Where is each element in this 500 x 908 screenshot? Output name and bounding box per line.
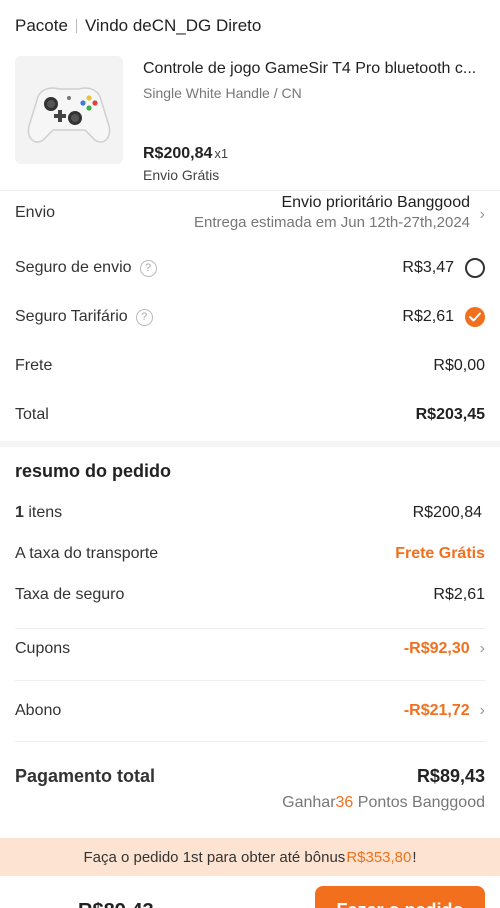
check-icon [469, 312, 481, 322]
gamepad-image [27, 87, 111, 143]
bottom-bar: R$89,43 Fazer o pedido [0, 876, 500, 908]
summary-insurance-row: Taxa de seguro R$2,61 [15, 586, 485, 604]
package-label: Pacote [15, 16, 68, 35]
total-value: R$203,45 [415, 406, 485, 423]
shipping-method-selector[interactable]: Envio prioritário Banggood Entrega estim… [194, 194, 485, 231]
items-label: itens [28, 504, 63, 521]
banner-prefix: Faça o pedido 1st para obter até bônus [83, 848, 346, 866]
earn-points-value: 36 [335, 794, 354, 811]
tariff-insurance-value: R$2,61 [402, 308, 454, 325]
section-divider [0, 441, 500, 447]
tariff-insurance-label: Seguro Tarifário [15, 308, 128, 325]
summary-transport-row: A taxa do transporte Frete Grátis [15, 545, 485, 563]
product-price: R$200,84 x1 [143, 145, 228, 163]
shipping-insurance-radio[interactable] [465, 258, 485, 278]
tariff-insurance-row[interactable]: Seguro Tarifário ? R$2,61 [15, 307, 485, 327]
product-card[interactable]: Controle de jogo GameSir T4 Pro bluetoot… [15, 56, 485, 186]
product-quantity: x1 [214, 146, 229, 161]
transport-value: Frete Grátis [395, 545, 485, 562]
payment-total-label: Pagamento total [15, 766, 156, 786]
divider [0, 190, 500, 191]
freight-value: R$0,00 [433, 357, 485, 374]
items-count: 1 [15, 504, 24, 521]
insurance-fee-value: R$2,61 [433, 586, 485, 603]
help-icon[interactable]: ? [135, 308, 153, 326]
coupons-row[interactable]: Cupons -R$92,30 › [15, 640, 485, 658]
shipping-insurance-value: R$3,47 [402, 259, 454, 276]
place-order-button[interactable]: Fazer o pedido [315, 886, 485, 908]
earn-prefix: Ganhar [282, 794, 336, 811]
shipping-label: Envio [15, 204, 56, 221]
earn-suffix: Pontos Banggood [353, 794, 485, 811]
allowance-row[interactable]: Abono -R$21,72 › [15, 702, 485, 720]
freight-label: Frete [15, 357, 53, 374]
items-value: R$200,84 [412, 504, 482, 521]
divider [15, 680, 485, 681]
coupons-label: Cupons [15, 640, 71, 657]
product-shipping-note: Envio Grátis [143, 167, 220, 183]
shipping-method: Envio prioritário Banggood [281, 194, 470, 211]
allowance-value: -R$21,72 [403, 702, 470, 719]
package-source: Vindo deCN_DG Direto [84, 16, 262, 35]
product-image[interactable] [15, 56, 123, 164]
freight-row: Frete R$0,00 [15, 357, 485, 375]
payment-total-value: R$89,43 [416, 766, 485, 786]
earn-points: Ganhar36 Pontos Banggood [282, 794, 485, 812]
allowance-label: Abono [15, 702, 62, 719]
product-title[interactable]: Controle de jogo GameSir T4 Pro bluetoot… [143, 60, 485, 78]
product-variant: Single White Handle / CN [143, 85, 302, 101]
divider [15, 741, 485, 742]
total-row: Total R$203,45 [15, 406, 485, 424]
bonus-banner: Faça o pedido 1st para obter até bônus R… [0, 838, 500, 876]
header-separator [75, 19, 77, 33]
product-price-value: R$200,84 [143, 145, 213, 162]
insurance-fee-label: Taxa de seguro [15, 586, 125, 603]
divider [15, 628, 485, 629]
coupons-value: -R$92,30 [403, 640, 470, 657]
banner-amount: R$353,80 [346, 848, 412, 866]
banner-suffix: ! [412, 848, 417, 866]
summary-title: resumo do pedido [15, 461, 172, 481]
shipping-insurance-label: Seguro de envio [15, 259, 132, 276]
chevron-right-icon: › [479, 640, 485, 657]
chevron-right-icon: › [479, 702, 485, 719]
summary-items-row: 1 itens R$200,84 [15, 504, 485, 522]
chevron-right-icon: › [479, 206, 485, 223]
bottom-total: R$89,43 [78, 900, 154, 908]
shipping-estimate: Entrega estimada em Jun 12th-27th,2024 [193, 214, 470, 231]
shipping-insurance-row[interactable]: Seguro de envio ? R$3,47 [15, 258, 485, 278]
help-icon[interactable]: ? [139, 259, 157, 277]
package-header: Pacote Vindo deCN_DG Direto [15, 16, 261, 36]
tariff-insurance-checkbox[interactable] [465, 307, 485, 327]
transport-label: A taxa do transporte [15, 545, 159, 562]
payment-total-row: Pagamento total R$89,43 [15, 766, 485, 787]
total-label: Total [15, 406, 49, 423]
